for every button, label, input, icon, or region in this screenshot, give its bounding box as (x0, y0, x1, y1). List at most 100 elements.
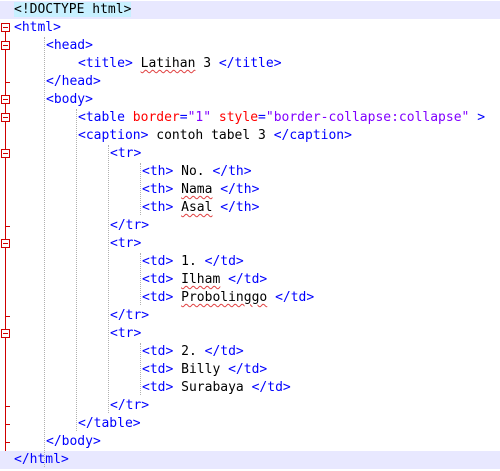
code-text: </tr> (110, 307, 149, 325)
code-token: = (179, 110, 188, 125)
code-text: <tr> (110, 235, 141, 253)
indent-guide (76, 109, 77, 431)
code-token: <td> (142, 344, 174, 359)
code-text: <tr> (110, 145, 141, 163)
code-line[interactable]: <th> Asal </th> (0, 199, 500, 217)
code-token: </head> (46, 74, 101, 89)
code-line[interactable]: </table> (0, 415, 500, 433)
code-text: <th> Asal </th> (142, 199, 259, 217)
code-text: <td> Ilham </td> (142, 271, 267, 289)
code-line[interactable]: </html> (0, 451, 500, 469)
code-token: <tr> (110, 326, 142, 341)
code-line[interactable]: <td> 1. </td> (0, 253, 500, 271)
code-text: </head> (46, 73, 101, 91)
code-token: Asal (181, 200, 213, 215)
code-token: <tr> (110, 236, 142, 251)
code-token: <td> (142, 380, 174, 395)
code-token: </caption> (273, 128, 352, 143)
indent-guide (140, 343, 141, 395)
code-text: <caption> contoh tabel 3 </caption> (78, 127, 352, 145)
code-token: <table (78, 110, 133, 125)
code-token: <td> (142, 290, 174, 305)
code-line[interactable]: <html> (0, 19, 500, 37)
code-token: </td> (204, 344, 244, 359)
code-token: <td> (142, 362, 174, 377)
code-token: Surabaya (173, 380, 252, 395)
code-line[interactable]: <td> Surabaya </td> (0, 379, 500, 397)
code-line[interactable]: <tr> (0, 145, 500, 163)
indent-guide (140, 163, 141, 215)
code-line[interactable]: <td> 2. </td> (0, 343, 500, 361)
code-token: 3 (195, 56, 219, 71)
indent-guide (44, 37, 45, 467)
code-line[interactable]: </tr> (0, 307, 500, 325)
code-line[interactable]: <head> (0, 37, 500, 55)
code-text: <td> Probolinggo </td> (142, 289, 314, 307)
code-text: <html> (14, 19, 61, 37)
code-line[interactable]: </head> (0, 73, 500, 91)
code-token: </th> (212, 164, 252, 179)
code-token: </title> (218, 56, 282, 71)
code-token: Ilham (181, 272, 221, 287)
code-token: <th> (142, 200, 174, 215)
code-token: </td> (228, 272, 268, 287)
code-text: </tr> (110, 217, 149, 235)
code-text: <title> Latihan 3 </title> (78, 55, 282, 73)
code-text: </html> (14, 451, 69, 469)
code-token: <th> (142, 164, 174, 179)
code-token: <head> (46, 38, 93, 53)
code-token: </table> (78, 416, 141, 431)
code-token: </td> (228, 362, 268, 377)
code-line[interactable]: <table border="1" style="border-collapse… (0, 109, 500, 127)
code-line[interactable]: </tr> (0, 217, 500, 235)
code-token: <title> (78, 56, 133, 71)
code-token: > (469, 110, 486, 125)
code-token: No. (173, 164, 213, 179)
code-token: "border-collapse:collapse" (265, 110, 470, 125)
code-line[interactable]: <td> Probolinggo </td> (0, 289, 500, 307)
code-text: <td> Billy </td> (142, 361, 267, 379)
code-token: <html> (14, 20, 61, 35)
code-line[interactable]: <title> Latihan 3 </title> (0, 55, 500, 73)
code-token: </html> (14, 452, 69, 467)
code-token: </tr> (110, 308, 150, 323)
code-text: <th> No. </th> (142, 163, 252, 181)
code-text: </tr> (110, 397, 149, 415)
code-text: <td> 1. </td> (142, 253, 244, 271)
code-token: </tr> (110, 398, 150, 413)
code-line[interactable]: <body> (0, 91, 500, 109)
code-line[interactable]: <th> No. </th> (0, 163, 500, 181)
code-token: 1. (173, 254, 205, 269)
code-token: contoh tabel 3 (148, 128, 274, 143)
code-line[interactable]: <tr> (0, 235, 500, 253)
code-text: <body> (46, 91, 93, 109)
code-token: </td> (275, 290, 315, 305)
code-token: <tr> (110, 146, 142, 161)
code-text: <td> 2. </td> (142, 343, 244, 361)
code-line[interactable]: <tr> (0, 325, 500, 343)
code-line[interactable]: <th> Nama </th> (0, 181, 500, 199)
code-text: </body> (46, 433, 101, 451)
code-line[interactable]: <td> Ilham </td> (0, 271, 500, 289)
indent-guide (140, 253, 141, 305)
code-line[interactable]: <td> Billy </td> (0, 361, 500, 379)
code-line[interactable]: </body> (0, 433, 500, 451)
code-token: <th> (142, 182, 174, 197)
code-text: <table border="1" style="border-collapse… (78, 109, 485, 127)
code-editor[interactable]: <!DOCTYPE html> <html> <head> <title> Latih… (0, 0, 500, 471)
code-token: border (132, 110, 180, 125)
code-line[interactable]: <caption> contoh tabel 3 </caption> (0, 127, 500, 145)
code-token: <caption> (78, 128, 149, 143)
code-line[interactable]: <!DOCTYPE html> (0, 1, 500, 19)
code-token: = (258, 110, 266, 125)
code-text: <tr> (110, 325, 141, 343)
code-line[interactable]: </tr> (0, 397, 500, 415)
code-token: Probolinggo (181, 290, 268, 305)
code-text: <head> (46, 37, 93, 55)
